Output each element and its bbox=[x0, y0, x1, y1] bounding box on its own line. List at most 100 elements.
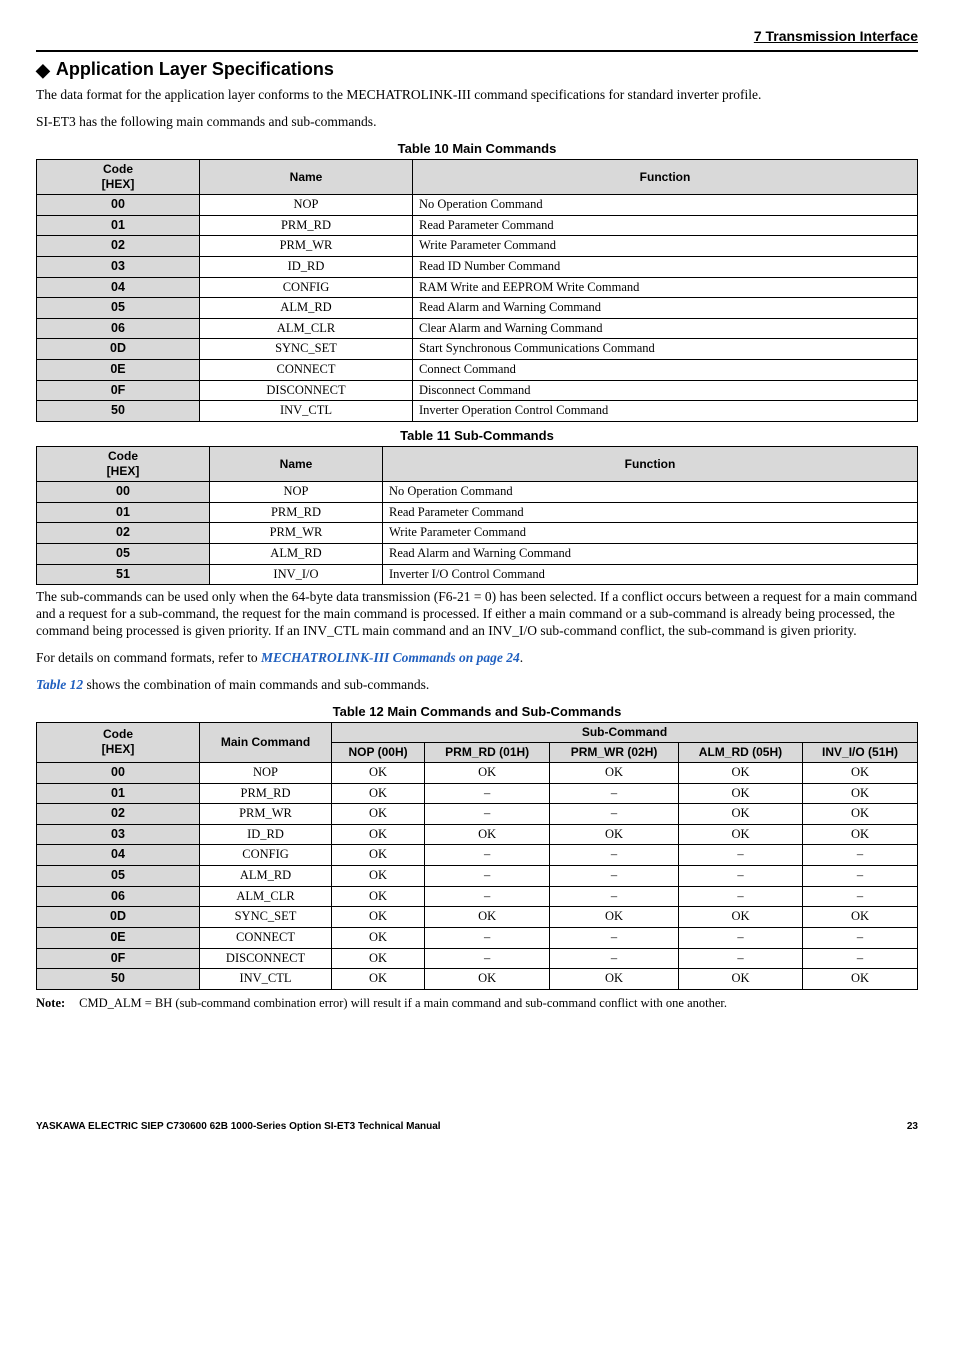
table-row: 01PRM_RDRead Parameter Command bbox=[37, 502, 918, 523]
table-main-commands: Code [HEX] Name Function 00NOPNo Operati… bbox=[36, 159, 918, 422]
cell-code: 05 bbox=[37, 544, 210, 565]
cell-function: Read Parameter Command bbox=[413, 215, 918, 236]
cell-value: OK bbox=[332, 824, 425, 845]
cell-function: Connect Command bbox=[413, 360, 918, 381]
cell-code: 04 bbox=[37, 845, 200, 866]
table-row: 00NOPOKOKOKOKOK bbox=[37, 762, 918, 783]
cell-value: OK bbox=[678, 762, 802, 783]
table-row: 50INV_CTLInverter Operation Control Comm… bbox=[37, 401, 918, 422]
cell-code: 04 bbox=[37, 277, 200, 298]
table-row: 06ALM_CLROK–––– bbox=[37, 886, 918, 907]
table-row: 06ALM_CLRClear Alarm and Warning Command bbox=[37, 318, 918, 339]
cell-value: – bbox=[425, 804, 550, 825]
note-body: CMD_ALM = BH (sub-command combination er… bbox=[79, 996, 899, 1012]
cell-code: 0D bbox=[37, 339, 200, 360]
cell-function: Clear Alarm and Warning Command bbox=[413, 318, 918, 339]
cell-name: ALM_RD bbox=[200, 298, 413, 319]
paragraph-t12-intro: Table 12 shows the combination of main c… bbox=[36, 677, 918, 694]
cell-name: DISCONNECT bbox=[200, 380, 413, 401]
table-row: 50INV_CTLOKOKOKOKOK bbox=[37, 969, 918, 990]
cell-value: – bbox=[425, 948, 550, 969]
table10-caption: Table 10 Main Commands bbox=[36, 141, 918, 157]
cell-main: INV_CTL bbox=[200, 969, 332, 990]
cell-code: 00 bbox=[37, 482, 210, 503]
table-row: 04CONFIGRAM Write and EEPROM Write Comma… bbox=[37, 277, 918, 298]
cell-value: – bbox=[425, 886, 550, 907]
col-name: Name bbox=[200, 160, 413, 195]
cell-value: OK bbox=[803, 783, 918, 804]
cell-function: Disconnect Command bbox=[413, 380, 918, 401]
footer-left: YASKAWA ELECTRIC SIEP C730600 62B 1000-S… bbox=[36, 1121, 441, 1134]
intro-paragraph-2: SI-ET3 has the following main commands a… bbox=[36, 114, 918, 131]
col-sub-group: Sub-Command bbox=[332, 722, 918, 742]
table12-caption: Table 12 Main Commands and Sub-Commands bbox=[36, 704, 918, 720]
cell-value: OK bbox=[332, 907, 425, 928]
cell-value: OK bbox=[803, 762, 918, 783]
cell-value: OK bbox=[678, 804, 802, 825]
footer-page-number: 23 bbox=[907, 1121, 918, 1134]
cell-name: CONFIG bbox=[200, 277, 413, 298]
cell-value: OK bbox=[332, 804, 425, 825]
cell-code: 0E bbox=[37, 927, 200, 948]
cell-value: OK bbox=[425, 907, 550, 928]
cell-function: Write Parameter Command bbox=[413, 236, 918, 257]
table-row: 0ECONNECTOK–––– bbox=[37, 927, 918, 948]
cell-value: – bbox=[425, 927, 550, 948]
header-rule bbox=[36, 50, 918, 52]
table-row: 05ALM_RDRead Alarm and Warning Command bbox=[37, 298, 918, 319]
table-row: 02PRM_WROK––OKOK bbox=[37, 804, 918, 825]
cell-code: 01 bbox=[37, 215, 200, 236]
col-invio: INV_I/O (51H) bbox=[803, 742, 918, 762]
cell-name: INV_I/O bbox=[210, 564, 383, 585]
mechatrolink-commands-link[interactable]: MECHATROLINK-III Commands on page 24 bbox=[261, 650, 520, 665]
cell-value: OK bbox=[332, 886, 425, 907]
cell-value: OK bbox=[332, 845, 425, 866]
cell-function: Inverter Operation Control Command bbox=[413, 401, 918, 422]
cell-name: PRM_WR bbox=[210, 523, 383, 544]
cell-code: 06 bbox=[37, 886, 200, 907]
cell-value: – bbox=[678, 845, 802, 866]
cell-name: INV_CTL bbox=[200, 401, 413, 422]
cell-name: PRM_RD bbox=[210, 502, 383, 523]
cell-value: – bbox=[803, 845, 918, 866]
table-row: 0DSYNC_SETOKOKOKOKOK bbox=[37, 907, 918, 928]
cell-value: OK bbox=[678, 907, 802, 928]
cell-value: OK bbox=[332, 948, 425, 969]
cell-value: OK bbox=[550, 969, 679, 990]
heading-text: Application Layer Specifications bbox=[56, 59, 334, 79]
cell-main: CONNECT bbox=[200, 927, 332, 948]
cell-value: – bbox=[678, 866, 802, 887]
table-row: 05ALM_RDRead Alarm and Warning Command bbox=[37, 544, 918, 565]
cell-function: Read Parameter Command bbox=[383, 502, 918, 523]
cell-value: – bbox=[803, 927, 918, 948]
table-row: 00NOPNo Operation Command bbox=[37, 195, 918, 216]
col-code: Code [HEX] bbox=[37, 722, 200, 762]
table-row: 05ALM_RDOK–––– bbox=[37, 866, 918, 887]
cell-name: PRM_WR bbox=[200, 236, 413, 257]
heading: ◆Application Layer Specifications bbox=[36, 58, 918, 82]
cell-main: ID_RD bbox=[200, 824, 332, 845]
cell-function: No Operation Command bbox=[413, 195, 918, 216]
col-code: Code [HEX] bbox=[37, 447, 210, 482]
cell-value: OK bbox=[425, 969, 550, 990]
table-row: 02PRM_WRWrite Parameter Command bbox=[37, 523, 918, 544]
table-sub-commands: Code [HEX] Name Function 00NOPNo Operati… bbox=[36, 446, 918, 585]
cell-value: OK bbox=[550, 824, 679, 845]
cell-name: CONNECT bbox=[200, 360, 413, 381]
cell-code: 0F bbox=[37, 948, 200, 969]
table-row: 01PRM_RDRead Parameter Command bbox=[37, 215, 918, 236]
link-post: . bbox=[520, 650, 523, 665]
cell-value: OK bbox=[803, 907, 918, 928]
cell-value: – bbox=[550, 845, 679, 866]
col-prmrd: PRM_RD (01H) bbox=[425, 742, 550, 762]
page-section-header: 7 Transmission Interface bbox=[36, 28, 918, 46]
note-label: Note: bbox=[36, 996, 76, 1012]
cell-value: OK bbox=[678, 783, 802, 804]
table-row: 0FDISCONNECTDisconnect Command bbox=[37, 380, 918, 401]
cell-value: – bbox=[550, 886, 679, 907]
cell-main: PRM_WR bbox=[200, 804, 332, 825]
cell-main: SYNC_SET bbox=[200, 907, 332, 928]
table-row: 03ID_RDOKOKOKOKOK bbox=[37, 824, 918, 845]
table-row: 02PRM_WRWrite Parameter Command bbox=[37, 236, 918, 257]
table12-ref-link[interactable]: Table 12 bbox=[36, 677, 83, 692]
